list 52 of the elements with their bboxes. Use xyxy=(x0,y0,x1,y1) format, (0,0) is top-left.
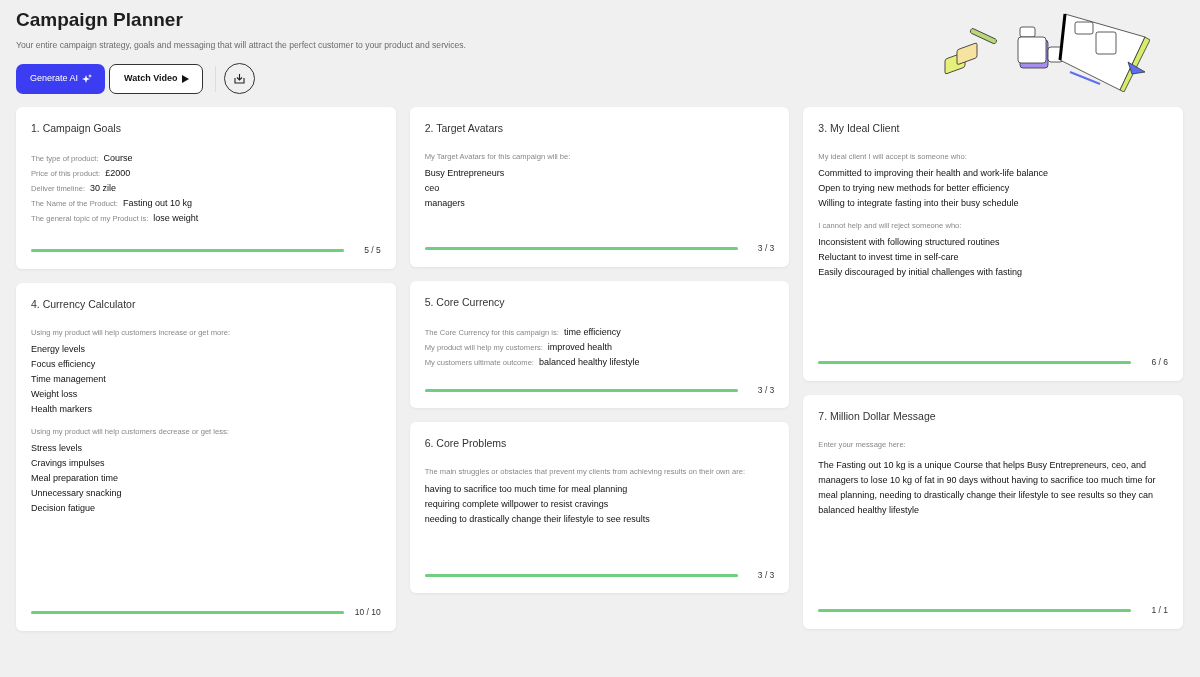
progress-count: 3 / 3 xyxy=(757,242,775,255)
card-title: 6. Core Problems xyxy=(424,436,508,452)
list-item: Time management xyxy=(31,373,107,387)
page-title: Campaign Planner xyxy=(16,8,184,32)
list-item: ceo xyxy=(424,182,441,196)
progress-count: 10 / 10 xyxy=(354,606,381,619)
list-item: Committed to improving their health and work-life balance xyxy=(818,167,1049,181)
list-item: Inconsistent with following structured routines xyxy=(818,236,1001,250)
list-item: Health markers xyxy=(31,403,94,417)
list-item: Stress levels xyxy=(31,442,84,456)
progress-count: 1 / 1 xyxy=(1151,604,1168,617)
list-item: Open to trying new methods for better efficiency xyxy=(818,182,1011,196)
list-item: managers xyxy=(424,197,466,211)
list-item: Easily discouraged by initial challenges with fasting xyxy=(818,266,1023,280)
message-text: The Fasting out 10 kg is a unique Course that helps Busy Entrepreneurs, ceo, and managers to lose 10 kg of fat in 90 days without having to sacrifice too much time for meal planning, needing to drastically change their lifestyle to see results so they can balanced healthy lifestyle xyxy=(818,459,1157,518)
list-item: Busy Entrepreneurs xyxy=(424,167,506,181)
list-item: Focus efficiency xyxy=(31,358,97,372)
sparkle-icon xyxy=(82,73,93,84)
list-item: Willing to integrate fasting into their busy schedule xyxy=(818,197,1020,211)
list-item: Reluctant to invest time in self-care xyxy=(818,251,960,265)
watch-video-button[interactable]: Watch Video xyxy=(109,63,203,94)
field-value: lose weight xyxy=(153,211,199,225)
list-item: Weight loss xyxy=(31,388,79,402)
field-value: Fasting out 10 kg xyxy=(122,196,192,210)
card-title: 3. My Ideal Client xyxy=(818,120,901,136)
list-item: Meal preparation time xyxy=(31,472,120,486)
field-value: time efficiency xyxy=(563,325,621,339)
list-item: Unnecessary snacking xyxy=(31,487,123,501)
list-item: requiring complete willpower to resist cravings xyxy=(424,497,610,511)
field-value: balanced healthy lifestyle xyxy=(539,355,640,369)
field-value: £2000 xyxy=(105,166,131,180)
progress-count: 3 / 3 xyxy=(757,568,775,582)
card-title: 1. Campaign Goals xyxy=(31,120,122,136)
list-item: Energy levels xyxy=(31,343,87,357)
list-item: Decision fatigue xyxy=(31,502,97,516)
card-title: 2. Target Avatars xyxy=(424,120,505,136)
card-title: 5. Core Currency xyxy=(424,294,506,310)
field-value: 30 zile xyxy=(90,181,117,195)
progress-count: 5 / 5 xyxy=(364,244,381,257)
progress-count: 3 / 3 xyxy=(757,383,775,397)
play-icon xyxy=(181,74,189,83)
card-title: 7. Million Dollar Message xyxy=(818,408,937,424)
field-value: improved health xyxy=(547,340,612,354)
list-item: Cravings impulses xyxy=(31,457,106,471)
progress-count: 6 / 6 xyxy=(1151,356,1168,369)
generate-ai-button[interactable]: Generate AI xyxy=(16,63,106,94)
field-value: Course xyxy=(103,151,133,165)
list-item: having to sacrifice too much time for meal planning xyxy=(424,482,629,496)
card-title: 4. Currency Calculator xyxy=(31,296,137,312)
page-subtitle: Your entire campaign strategy, goals and messaging that will attract the perfect customer to your product and services. xyxy=(16,39,467,52)
list-item: needing to drastically change their lifestyle to see results xyxy=(424,512,651,526)
download-icon xyxy=(233,73,245,85)
